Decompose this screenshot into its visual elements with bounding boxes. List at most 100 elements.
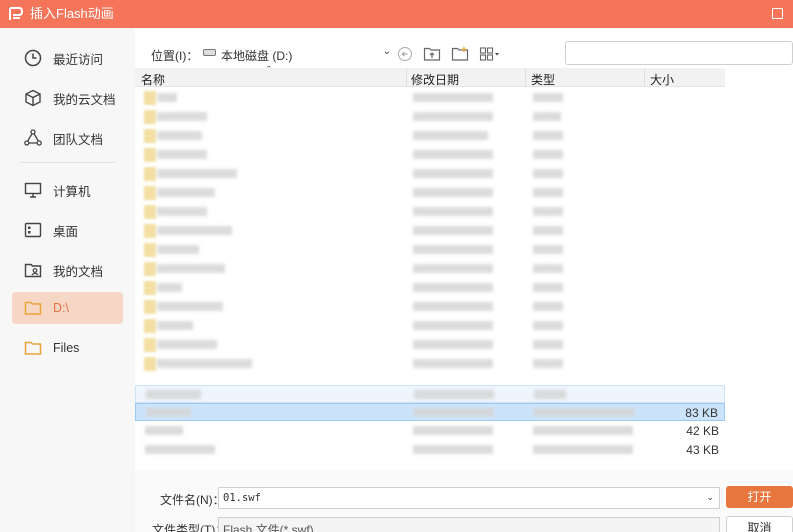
maximize-button[interactable] bbox=[772, 8, 783, 19]
file-size: 83 KB bbox=[685, 406, 718, 420]
column-size[interactable]: 大小 bbox=[650, 71, 674, 88]
table-row[interactable] bbox=[135, 355, 725, 373]
sidebar-item-my-docs[interactable]: 我的文档 bbox=[12, 254, 123, 286]
redacted-text bbox=[157, 302, 223, 311]
view-menu-button[interactable] bbox=[479, 46, 501, 62]
folder-icon bbox=[144, 338, 156, 352]
folder-icon bbox=[144, 281, 156, 295]
sidebar-item-recent[interactable]: 最近访问 bbox=[12, 42, 123, 74]
folder-icon bbox=[144, 167, 156, 181]
back-button[interactable] bbox=[397, 46, 413, 62]
table-row[interactable] bbox=[135, 146, 725, 164]
redacted-text bbox=[157, 112, 207, 121]
redacted-text bbox=[413, 245, 493, 254]
redacted-text bbox=[533, 169, 563, 178]
redacted-text bbox=[157, 283, 182, 292]
open-button[interactable]: 打开 bbox=[726, 486, 793, 508]
folder-icon bbox=[144, 243, 156, 257]
table-row[interactable] bbox=[135, 385, 725, 403]
redacted-text bbox=[157, 169, 237, 178]
redacted-text bbox=[157, 150, 207, 159]
redacted-text bbox=[533, 283, 563, 292]
table-row[interactable] bbox=[135, 260, 725, 278]
filename-value: 01.swf bbox=[223, 492, 261, 504]
cancel-button[interactable]: 取消 bbox=[726, 516, 793, 532]
redacted-text bbox=[413, 302, 493, 311]
file-size: 42 KB bbox=[686, 424, 719, 438]
column-name[interactable]: 名称 bbox=[141, 71, 165, 88]
redacted-text bbox=[413, 112, 493, 121]
table-row[interactable] bbox=[135, 203, 725, 221]
file-size: 43 KB bbox=[686, 443, 719, 457]
redacted-text bbox=[533, 340, 563, 349]
folder-up-icon bbox=[423, 47, 441, 61]
folder-icon bbox=[144, 205, 156, 219]
folder-icon bbox=[144, 224, 156, 238]
redacted-text bbox=[533, 264, 563, 273]
column-separator[interactable] bbox=[644, 68, 645, 87]
redacted-text bbox=[157, 207, 207, 216]
table-row[interactable] bbox=[135, 222, 725, 240]
redacted-text bbox=[413, 226, 493, 235]
table-row[interactable]: 43 KB bbox=[135, 441, 725, 459]
chevron-down-icon: ⌄ bbox=[382, 46, 391, 57]
redacted-text bbox=[533, 321, 563, 330]
sidebar-item-files[interactable]: Files bbox=[12, 332, 123, 364]
column-separator[interactable] bbox=[525, 68, 526, 87]
table-row[interactable] bbox=[135, 298, 725, 316]
table-row[interactable]: 42 KB bbox=[135, 422, 725, 440]
table-row[interactable] bbox=[135, 279, 725, 297]
sort-ascending-icon: ⌃ bbox=[265, 66, 273, 74]
folder-icon bbox=[144, 91, 156, 105]
redacted-text bbox=[413, 340, 493, 349]
new-folder-button[interactable] bbox=[451, 46, 469, 62]
sidebar-item-label: 最近访问 bbox=[53, 52, 104, 67]
column-separator[interactable] bbox=[406, 68, 407, 87]
filetype-label: 文件类型(T)： bbox=[152, 523, 228, 532]
redacted-text bbox=[533, 226, 563, 235]
sidebar-item-drive-d[interactable]: D:\ bbox=[12, 292, 123, 324]
user-folder-icon bbox=[22, 259, 44, 281]
table-row[interactable] bbox=[135, 165, 725, 183]
redacted-text bbox=[413, 188, 493, 197]
table-row[interactable] bbox=[135, 89, 725, 107]
table-row[interactable] bbox=[135, 127, 725, 145]
table-row[interactable] bbox=[135, 241, 725, 259]
redacted-text bbox=[413, 321, 493, 330]
location-select[interactable]: 本地磁盘 (D:) ⌄ bbox=[201, 44, 391, 63]
redacted-text bbox=[413, 131, 488, 140]
filetype-select[interactable]: Flash 文件(*.swf) bbox=[218, 517, 720, 532]
column-type[interactable]: 类型 bbox=[531, 71, 555, 88]
folder-icon bbox=[144, 300, 156, 314]
redacted-text bbox=[533, 188, 563, 197]
redacted-text bbox=[157, 340, 217, 349]
redacted-text bbox=[157, 131, 202, 140]
table-row[interactable] bbox=[135, 108, 725, 126]
folder-icon bbox=[22, 297, 44, 319]
chevron-down-icon[interactable]: ⌄ bbox=[706, 492, 714, 503]
table-row[interactable] bbox=[135, 336, 725, 354]
table-row[interactable] bbox=[135, 184, 725, 202]
table-row-selected[interactable]: 83 KB bbox=[135, 403, 725, 421]
redacted-text bbox=[533, 207, 563, 216]
bottom-bar: 文件名(N)： 01.swf ⌄ 文件类型(T)： Flash 文件(*.swf… bbox=[135, 470, 793, 532]
sidebar-divider bbox=[20, 162, 115, 163]
sidebar-item-desktop[interactable]: 桌面 bbox=[12, 214, 123, 246]
sidebar: 最近访问 我的云文档 团队文档 计算机 桌面 我的文档 D:\ Files bbox=[0, 28, 135, 532]
redacted-text bbox=[157, 93, 177, 102]
sidebar-item-label: 团队文档 bbox=[53, 132, 104, 147]
sidebar-item-label: 计算机 bbox=[53, 184, 91, 199]
redacted-text bbox=[533, 245, 563, 254]
table-row[interactable] bbox=[135, 317, 725, 335]
search-input[interactable] bbox=[565, 41, 793, 65]
filename-input[interactable]: 01.swf ⌄ bbox=[218, 487, 720, 509]
column-modified[interactable]: 修改日期 bbox=[411, 71, 459, 88]
title-bar: 插入Flash动画 bbox=[0, 0, 793, 28]
sidebar-item-team-docs[interactable]: 团队文档 bbox=[12, 122, 123, 154]
redacted-text bbox=[157, 226, 232, 235]
redacted-text bbox=[157, 264, 225, 273]
sidebar-item-cloud-docs[interactable]: 我的云文档 bbox=[12, 82, 123, 114]
up-folder-button[interactable] bbox=[423, 46, 441, 62]
folder-icon bbox=[144, 357, 156, 371]
sidebar-item-computer[interactable]: 计算机 bbox=[12, 174, 123, 206]
